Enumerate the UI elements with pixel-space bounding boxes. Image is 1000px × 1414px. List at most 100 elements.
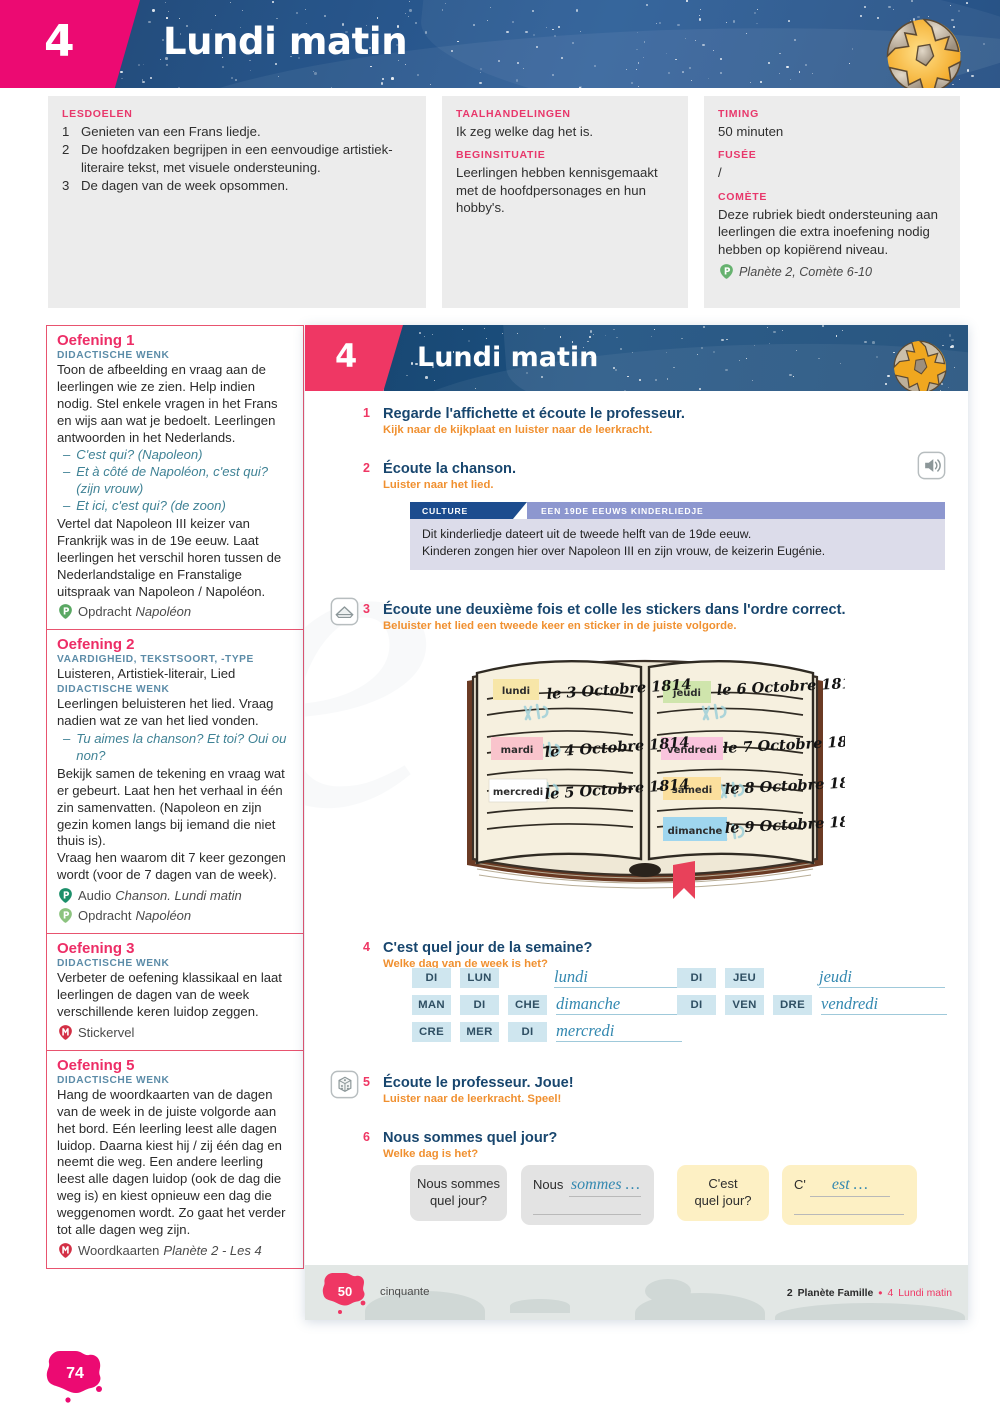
task-number: 2	[363, 461, 370, 475]
word-scramble-row: DI LUN lundi	[412, 968, 712, 988]
bubble-line-1: C'	[794, 1177, 806, 1194]
inner-page-title: Lundi matin	[417, 342, 598, 373]
inner-page-footer: 50 cinquante 2 Planète Famille • 4 Lundi…	[305, 1265, 968, 1320]
timing-text: 50 minuten	[718, 123, 946, 140]
lesdoelen-list: 1 Genieten van een Frans liedje. 2 De ho…	[62, 123, 412, 195]
task-1: 1 Regarde l'affichette et écoute le prof…	[305, 405, 968, 436]
bubble-line-1: C'est	[694, 1176, 751, 1193]
culture-subtitle: EEN 19DE EEUWS KINDERLIEDJE	[527, 502, 945, 519]
beginsituatie-text: Leerlingen hebben kennisgemaakt met de h…	[456, 164, 674, 216]
exercise-note-reference-2: Opdracht Napoléon	[57, 907, 293, 924]
goal-text: Genieten van een Frans liedje.	[81, 123, 261, 140]
beginsituatie-heading: BEGINSITUATIE	[456, 149, 674, 161]
exercise-note-body: Hang de woordkaarten van de dagen van de…	[57, 1087, 293, 1239]
footer-lesson-number: 4	[887, 1288, 893, 1299]
exercise-note-label: DIDACTISCHE WENK	[57, 1075, 293, 1086]
exercise-note-reference: Woordkaarten Planète 2 - Les 4	[57, 1242, 293, 1259]
timing-card: TIMING 50 minuten FUSÉE / COMÈTE Deze ru…	[704, 96, 960, 308]
exercise-note-reference: Opdracht Napoléon	[57, 603, 293, 620]
task-instruction-nl: Welke dag is het?	[383, 1148, 968, 1160]
syllable-tile[interactable]: LUN	[460, 968, 499, 988]
exercise-note-reference: Stickervel	[57, 1024, 293, 1041]
bubble-written-answer[interactable]: est …	[810, 1175, 890, 1197]
task-number: 1	[363, 406, 370, 420]
teacher-notes-sidebar: Oefening 1 DIDACTISCHE WENK Toon de afbe…	[46, 325, 304, 1269]
syllable-tile[interactable]: DI	[677, 995, 716, 1015]
dialogue-bubble-2: Nous sommes …	[521, 1165, 654, 1225]
task-4: 4 C'est quel jour de la semaine? Welke d…	[305, 939, 968, 970]
task-instruction-fr: Écoute le professeur. Joue!	[383, 1074, 968, 1092]
word-scramble-row: DI VEN DRE vendredi	[677, 995, 967, 1015]
footer-breadcrumb: 2 Planète Famille • 4 Lundi matin	[787, 1286, 952, 1300]
cracked-globe-icon	[876, 8, 972, 88]
exercise-note-reference: Audio Chanson. Lundi matin	[57, 887, 293, 904]
answer-field[interactable]: lundi	[554, 968, 680, 988]
dash-bullet: –	[63, 498, 70, 515]
exercise-note-5: Oefening 5 DIDACTISCHE WENK Hang de woor…	[46, 1050, 304, 1269]
page-number-badge: 74	[44, 1349, 106, 1405]
syllable-tile[interactable]: DRE	[773, 995, 812, 1015]
task-5: 5 Écoute le professeur. Joue! Luister na…	[305, 1074, 968, 1105]
answer-field[interactable]: vendredi	[821, 995, 947, 1015]
syllable-tile[interactable]: MAN	[412, 995, 451, 1015]
word-scramble-row: DI JEU jeudi	[677, 968, 967, 988]
task-number: 5	[363, 1075, 370, 1089]
sticker-lundi: lundi	[493, 679, 539, 700]
exercise-note-skills: Luisteren, Artistiek-literair, Lied	[57, 666, 293, 683]
syllable-tile[interactable]: DI	[460, 995, 499, 1015]
planete-pin-icon	[57, 907, 74, 924]
syllable-tile[interactable]: JEU	[725, 968, 764, 988]
taalhandelingen-card: TAALHANDELINGEN Ik zeg welke dag het is.…	[442, 96, 688, 308]
task-3: 3 Écoute une deuxième fois et colle les …	[305, 601, 968, 632]
bubble-written-answer[interactable]: sommes …	[569, 1175, 641, 1197]
footer-hill-2	[510, 1299, 570, 1313]
task-instruction-nl: Kijk naar de kijkplaat en luister naar d…	[383, 424, 968, 436]
example-text: Et ici, c'est qui? (de zoon)	[76, 498, 226, 515]
goal-text: De dagen van de week opsommen.	[81, 177, 288, 194]
comete-reference: Planète 2, Comète 6-10	[718, 263, 946, 280]
task-number: 4	[363, 940, 370, 954]
reference-name: Napoléon	[135, 604, 191, 619]
task-instruction-fr: Nous sommes quel jour?	[383, 1129, 968, 1147]
bubble-answer-line[interactable]	[533, 1208, 641, 1215]
example-text: C'est qui? (Napoleon)	[76, 447, 202, 464]
svg-text:mercredi: mercredi	[493, 787, 543, 798]
taalhandelingen-heading: TAALHANDELINGEN	[456, 108, 674, 120]
speaker-icon[interactable]	[917, 451, 946, 480]
answer-field[interactable]: jeudi	[819, 968, 945, 988]
answer-field[interactable]: dimanche	[556, 995, 682, 1015]
inner-chapter-number: 4	[335, 337, 357, 375]
reference-kind: Opdracht	[78, 604, 131, 619]
exercise6-dialogue-bubbles: Nous sommes quel jour? Nous sommes … C'e…	[305, 1165, 968, 1245]
example-item: – C'est qui? (Napoleon)	[57, 447, 293, 464]
syllable-tile[interactable]: VEN	[725, 995, 764, 1015]
lesdoelen-card: LESDOELEN 1 Genieten van een Frans liedj…	[48, 96, 426, 308]
dash-bullet: –	[63, 464, 70, 498]
syllable-tile[interactable]: CHE	[508, 995, 547, 1015]
syllable-tile[interactable]: DI	[412, 968, 451, 988]
exercise-note-body-2: Vertel dat Napoleon III keizer van Frank…	[57, 516, 293, 600]
syllable-tile[interactable]: DI	[508, 1022, 547, 1042]
bubble-answer-line[interactable]	[794, 1208, 904, 1215]
goal-number: 2	[62, 141, 73, 176]
example-text: Et à côté de Napoléon, c'est qui? (zijn …	[76, 464, 293, 498]
fusee-text: /	[718, 164, 946, 181]
banner-stars	[0, 0, 1000, 88]
goal-number: 1	[62, 123, 73, 140]
bubble-line-2: quel jour?	[417, 1193, 500, 1210]
footer-page-number: 50	[321, 1284, 369, 1299]
syllable-tile[interactable]: DI	[677, 968, 716, 988]
planete-pin-icon	[718, 263, 735, 280]
culture-tag: CULTURE	[410, 502, 527, 519]
page-title: Lundi matin	[163, 20, 407, 63]
syllable-tile[interactable]: MER	[460, 1022, 499, 1042]
svg-text:dimanche: dimanche	[668, 826, 723, 837]
inner-banner-stars	[305, 325, 968, 391]
syllable-tile[interactable]: CRE	[412, 1022, 451, 1042]
example-text: Tu aimes la chanson? Et toi? Oui ou non?	[76, 731, 293, 765]
dash-bullet: –	[63, 731, 70, 765]
task-2: 2 Écoute la chanson. Luister naar het li…	[305, 460, 968, 491]
answer-field[interactable]: mercredi	[556, 1022, 682, 1042]
culture-line-2: Kinderen zongen hier over Napoleon III e…	[422, 543, 933, 560]
fusee-heading: FUSÉE	[718, 149, 946, 161]
